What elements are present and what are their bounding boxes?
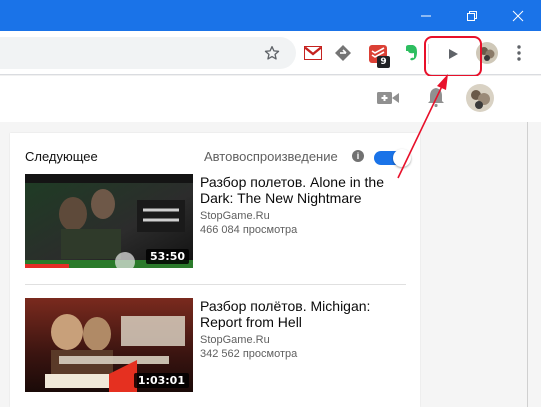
star-icon[interactable]	[262, 43, 282, 63]
video-title[interactable]: Разбор полетов. Alone in the Dark: The N…	[200, 174, 400, 206]
list-divider	[25, 284, 406, 285]
video-thumbnail[interactable]: 1:03:01	[25, 298, 193, 392]
create-video-icon[interactable]	[376, 88, 400, 108]
video-duration: 1:03:01	[133, 373, 189, 388]
autoplay-toggle-knob[interactable]	[393, 149, 411, 167]
video-channel[interactable]: StopGame.Ru	[200, 210, 270, 222]
up-next-heading: Следующее	[25, 149, 98, 164]
more-vert-icon[interactable]	[512, 43, 526, 63]
restore-icon[interactable]	[449, 0, 495, 31]
youtube-header	[0, 76, 541, 122]
video-thumbnail[interactable]: 53:50	[25, 174, 193, 268]
close-icon[interactable]	[495, 0, 541, 31]
notifications-icon[interactable]	[425, 85, 447, 109]
video-views: 342 562 просмотра	[200, 348, 298, 360]
annotation-highlight-box	[424, 36, 482, 77]
scrollbar-track[interactable]	[527, 122, 528, 407]
autoplay-label: Автовоспроизведение	[204, 149, 338, 164]
gmail-icon[interactable]	[303, 44, 323, 62]
extension-icon[interactable]	[333, 44, 353, 62]
minimize-icon[interactable]	[403, 0, 449, 31]
todoist-badge: 9	[377, 56, 390, 68]
info-icon[interactable]: i	[352, 150, 364, 162]
avatar[interactable]	[466, 84, 494, 112]
video-views: 466 084 просмотра	[200, 224, 298, 236]
address-bar[interactable]	[0, 37, 296, 69]
video-title[interactable]: Разбор полётов. Michigan: Report from He…	[200, 298, 400, 330]
evernote-icon[interactable]	[401, 43, 421, 63]
video-channel[interactable]: StopGame.Ru	[200, 334, 270, 346]
video-duration: 53:50	[145, 249, 189, 264]
